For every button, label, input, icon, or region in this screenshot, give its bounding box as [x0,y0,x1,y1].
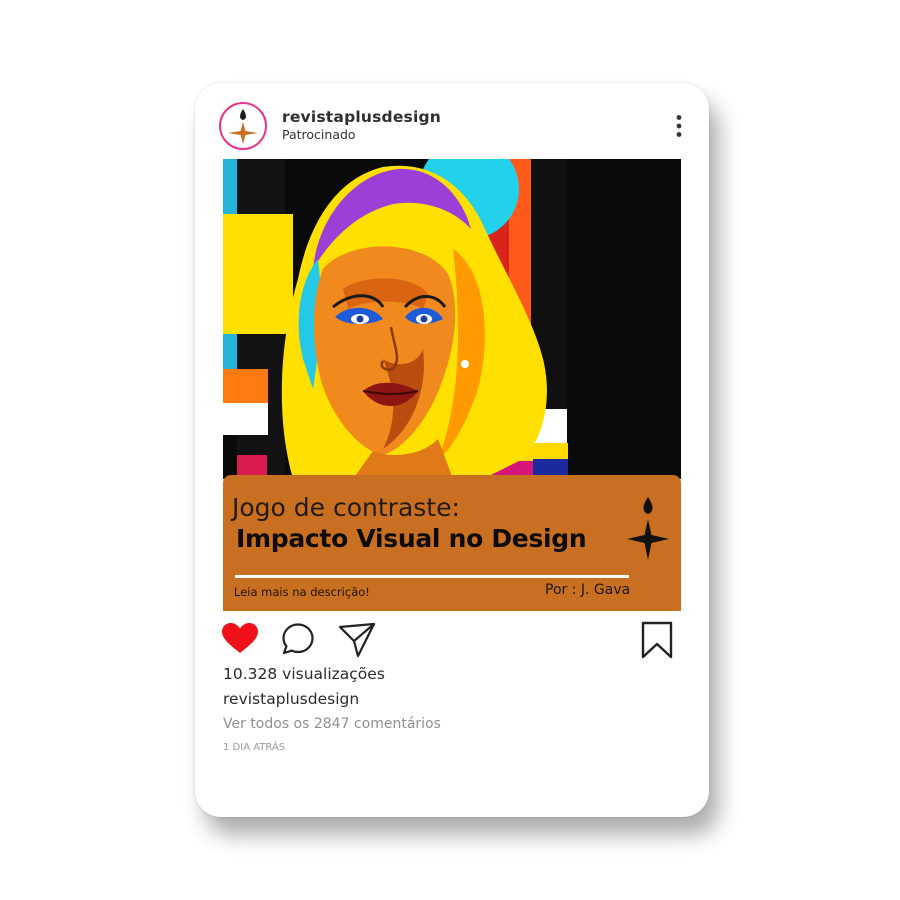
brush-cross-logo-icon [627,497,669,560]
banner-divider [235,575,629,578]
like-button[interactable] [221,622,259,658]
instagram-post-card: revistaplusdesign Patrocinado Jogo de co… [195,83,709,817]
send-icon [338,622,376,658]
sponsored-label: Patrocinado [282,127,356,142]
heart-icon [222,623,258,653]
share-button[interactable] [338,622,376,662]
views-count: 10.328 visualizações [223,665,385,683]
more-vertical-icon [676,115,682,137]
banner-read-more: Leia mais na descrição! [234,585,370,599]
post-media[interactable]: Jogo de contraste: Impacto Visual no Des… [223,159,681,611]
view-comments-link[interactable]: Ver todos os 2847 comentários [223,716,441,732]
more-options-button[interactable] [669,113,689,139]
stage: revistaplusdesign Patrocinado Jogo de co… [0,0,900,900]
banner-title-line1: Jogo de contraste: [232,493,460,522]
post-timestamp: 1 DIA ATRÁS [223,742,286,753]
profile-avatar[interactable] [219,102,267,150]
post-banner: Jogo de contraste: Impacto Visual no Des… [223,475,681,611]
pop-art-portrait-image [223,159,681,479]
bookmark-icon [641,621,673,659]
comment-bubble-icon [282,623,314,655]
banner-author: Por : J. Gava [545,582,631,598]
post-username[interactable]: revistaplusdesign [282,108,441,126]
save-button[interactable] [640,621,674,663]
banner-title-line2: Impacto Visual no Design [236,524,587,553]
comment-button[interactable] [281,622,315,660]
brush-cross-logo-icon [228,109,258,144]
caption-username[interactable]: revistaplusdesign [223,690,359,708]
